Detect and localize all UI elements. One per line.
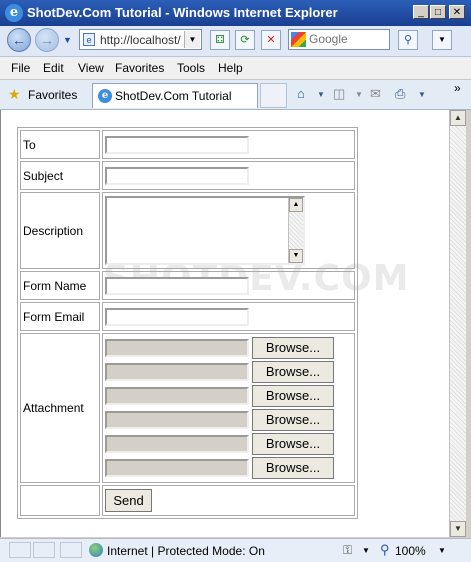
forward-button[interactable]: → [35, 28, 59, 52]
subject-input[interactable] [105, 166, 249, 185]
security-icon[interactable]: ⚿ [343, 543, 352, 558]
zoom-icon[interactable]: ⚲ [380, 542, 390, 558]
file-row: Browse... [105, 385, 352, 407]
history-dropdown-icon[interactable]: ▼ [63, 35, 72, 45]
mail-icon[interactable]: ✉ [370, 86, 381, 102]
file-row: Browse... [105, 337, 352, 359]
textarea-scroll-down-icon[interactable]: ▼ [289, 249, 303, 263]
browse-button-5[interactable]: Browse... [252, 433, 334, 455]
menu-bar: File Edit View Favorites Tools Help [0, 57, 471, 80]
back-button[interactable]: ← [7, 28, 31, 52]
search-box[interactable] [288, 29, 390, 50]
description-textarea[interactable]: ▲ ▼ [105, 196, 305, 265]
zoom-level[interactable]: 100% [395, 544, 426, 558]
address-bar[interactable]: e http://localhost/ ▼ [79, 29, 202, 50]
address-text[interactable]: http://localhost/ [100, 33, 184, 47]
minimize-button[interactable]: _ [413, 5, 429, 19]
search-icon[interactable]: ⚲ [398, 30, 418, 50]
new-tab-button[interactable] [260, 83, 287, 108]
tab-ie-icon: e [98, 89, 112, 103]
favorites-star-icon[interactable]: ★ [8, 87, 21, 101]
title-bar: e ShotDev.Com Tutorial - Windows Interne… [0, 0, 471, 26]
print-icon[interactable]: ⎙ [395, 86, 405, 102]
file-row: Browse... [105, 361, 352, 383]
browse-button-6[interactable]: Browse... [252, 457, 334, 479]
description-label: Description [20, 192, 100, 269]
browse-button-1[interactable]: Browse... [252, 337, 334, 359]
file-path-field-6[interactable] [105, 459, 249, 477]
search-input[interactable] [309, 31, 387, 47]
status-segment [60, 542, 82, 558]
print-dropdown-icon[interactable]: ▼ [418, 90, 426, 99]
form-email-input[interactable] [105, 307, 249, 326]
feeds-dropdown-icon[interactable]: ▼ [355, 90, 363, 99]
menu-favorites[interactable]: Favorites [115, 61, 164, 75]
file-path-field-3[interactable] [105, 387, 249, 405]
security-dropdown-icon[interactable]: ▼ [362, 546, 370, 555]
google-logo-icon [291, 32, 306, 47]
page-viewport: SHOTDEV.COM To Subject Description ▲ ▼ F… [0, 110, 449, 537]
menu-tools[interactable]: Tools [177, 61, 205, 75]
status-bar: Internet | Protected Mode: On ⚿ ▼ ⚲ 100%… [0, 538, 471, 562]
search-options-icon[interactable]: ▼ [432, 30, 452, 50]
form-name-input[interactable] [105, 276, 249, 295]
email-form-table: To Subject Description ▲ ▼ Form Name For… [17, 127, 358, 519]
browse-button-3[interactable]: Browse... [252, 385, 334, 407]
compatibility-view-icon[interactable]: ⚃ [210, 30, 230, 50]
form-email-label: Form Email [20, 302, 100, 331]
file-path-field-1[interactable] [105, 339, 249, 357]
page-scrollbar[interactable]: ▲ ▼ [449, 110, 466, 537]
refresh-icon[interactable]: ⟳ [235, 30, 255, 50]
file-path-field-5[interactable] [105, 435, 249, 453]
tab-label: ShotDev.Com Tutorial [115, 89, 232, 103]
navigation-bar: ← → ▼ e http://localhost/ ▼ ⚃ ⟳ ✕ ⚲ ▼ [0, 26, 471, 57]
attachment-label: Attachment [20, 333, 100, 483]
menu-edit[interactable]: Edit [43, 61, 64, 75]
menu-file[interactable]: File [11, 61, 30, 75]
status-segment [33, 542, 55, 558]
home-dropdown-icon[interactable]: ▼ [317, 90, 325, 99]
scroll-down-icon[interactable]: ▼ [450, 521, 466, 537]
favorites-bar: ★ Favorites e ShotDev.Com Tutorial ⌂ ▼ ◫… [0, 80, 471, 110]
status-segment [9, 542, 31, 558]
page-icon: e [83, 33, 95, 46]
subject-label: Subject [20, 161, 100, 190]
file-row: Browse... [105, 457, 352, 479]
feeds-icon[interactable]: ◫ [333, 86, 345, 102]
favorites-button[interactable]: Favorites [28, 88, 77, 102]
internet-zone-icon [89, 543, 103, 557]
menu-view[interactable]: View [78, 61, 104, 75]
status-text: Internet | Protected Mode: On [107, 544, 265, 558]
to-label: To [20, 130, 100, 159]
browse-button-4[interactable]: Browse... [252, 409, 334, 431]
file-row: Browse... [105, 409, 352, 431]
browse-button-2[interactable]: Browse... [252, 361, 334, 383]
more-tools-icon[interactable]: » [454, 81, 461, 95]
window-title: ShotDev.Com Tutorial - Windows Internet … [27, 5, 338, 20]
send-button[interactable]: Send [105, 489, 152, 512]
empty-cell [20, 485, 100, 516]
file-path-field-2[interactable] [105, 363, 249, 381]
menu-help[interactable]: Help [218, 61, 243, 75]
textarea-scroll-up-icon[interactable]: ▲ [289, 198, 303, 212]
address-dropdown-icon[interactable]: ▼ [184, 31, 200, 48]
home-icon[interactable]: ⌂ [297, 86, 305, 101]
form-name-label: Form Name [20, 271, 100, 300]
file-row: Browse... [105, 433, 352, 455]
tab-shotdev[interactable]: e ShotDev.Com Tutorial [92, 83, 258, 108]
textarea-scrollbar[interactable]: ▲ ▼ [288, 198, 303, 263]
close-button[interactable]: ✕ [449, 5, 465, 19]
stop-icon[interactable]: ✕ [261, 30, 281, 50]
file-path-field-4[interactable] [105, 411, 249, 429]
scroll-up-icon[interactable]: ▲ [450, 110, 466, 126]
ie-logo-icon: e [5, 4, 23, 22]
maximize-button[interactable]: □ [430, 5, 446, 19]
to-input[interactable] [105, 135, 249, 154]
zoom-dropdown-icon[interactable]: ▼ [438, 546, 446, 555]
